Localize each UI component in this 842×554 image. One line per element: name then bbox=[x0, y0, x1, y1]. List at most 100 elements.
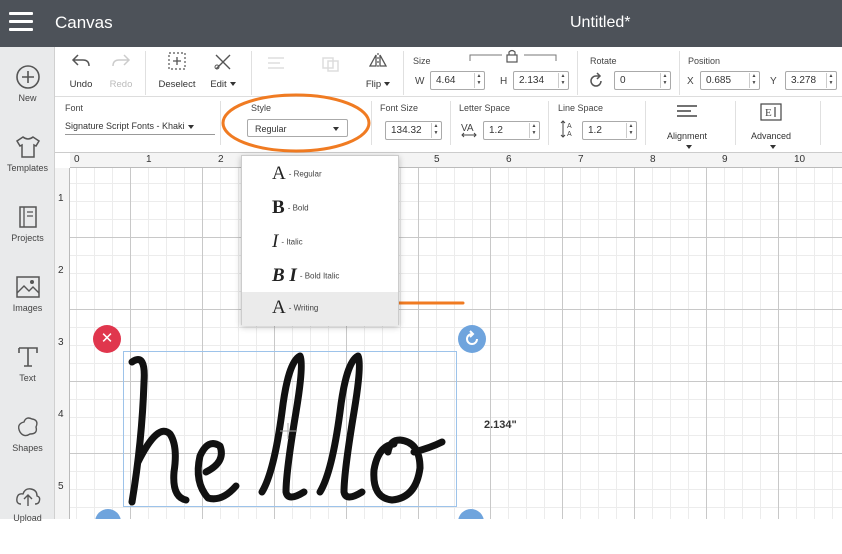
advanced-label: Advanced bbox=[750, 131, 792, 141]
line-space-value: 1.2 bbox=[588, 125, 602, 136]
stepper-icon[interactable]: ▲ ▼ bbox=[660, 73, 669, 88]
font-size-input[interactable]: 134.32 ▲ ▼ bbox=[385, 121, 442, 140]
line-space-input[interactable]: 1.2 ▲ ▼ bbox=[582, 121, 637, 140]
style-glyph: A bbox=[272, 163, 286, 184]
sidebar-item-text[interactable]: Text bbox=[0, 344, 55, 414]
ruler-tick-label: 10 bbox=[794, 154, 806, 165]
ruler-tick-label: 6 bbox=[506, 154, 512, 165]
projects-icon bbox=[18, 206, 37, 228]
ruler-tick-label: 2 bbox=[58, 265, 64, 276]
ruler-tick-label: 5 bbox=[434, 154, 440, 165]
sidebar-item-label: Upload bbox=[13, 513, 42, 523]
undo-label: Undo bbox=[69, 79, 93, 90]
style-glyph: I bbox=[272, 231, 279, 252]
style-glyph: B bbox=[272, 197, 285, 218]
width-label: W bbox=[415, 76, 425, 87]
divider bbox=[145, 51, 146, 95]
deselect-button[interactable]: Deselect bbox=[155, 51, 199, 90]
position-label: Position bbox=[688, 56, 721, 66]
alignment-label: Alignment bbox=[666, 131, 708, 141]
line-space-label: Line Space bbox=[558, 103, 604, 113]
stepper-icon[interactable]: ▲ ▼ bbox=[431, 123, 440, 138]
sidebar-item-templates[interactable]: Templates bbox=[0, 134, 55, 204]
height-dimension-label: 2.134" bbox=[484, 419, 517, 431]
stepper-icon[interactable]: ▲ ▼ bbox=[626, 123, 635, 138]
text-icon bbox=[17, 347, 38, 367]
font-label: Font bbox=[65, 103, 84, 113]
style-option-writing[interactable]: A- Writing bbox=[242, 292, 398, 326]
style-option-bold[interactable]: B- Bold bbox=[242, 192, 398, 226]
ruler-tick-label: 7 bbox=[578, 154, 584, 165]
style-glyph: B I bbox=[272, 265, 297, 286]
stepper-icon[interactable]: ▲ ▼ bbox=[749, 73, 758, 88]
arrange-icon bbox=[322, 57, 339, 72]
svg-text:A: A bbox=[567, 131, 572, 138]
alignment-button[interactable]: Alignment bbox=[657, 103, 717, 152]
advanced-button[interactable]: E Advanced bbox=[740, 103, 802, 152]
deselect-icon bbox=[168, 52, 186, 70]
sidebar-item-label: Shapes bbox=[12, 443, 43, 453]
divider bbox=[735, 101, 736, 145]
redo-icon bbox=[112, 54, 131, 67]
chevron-down-icon bbox=[187, 124, 194, 129]
menu-icon[interactable] bbox=[9, 12, 33, 32]
advanced-icon: E bbox=[760, 103, 782, 121]
sidebar-item-upload[interactable]: Upload bbox=[0, 484, 55, 554]
flip-label-wrap: Flip bbox=[360, 79, 396, 90]
chevron-down-icon bbox=[769, 145, 776, 150]
stepper-icon[interactable]: ▲ ▼ bbox=[826, 73, 835, 88]
rotate-handle[interactable] bbox=[458, 325, 486, 353]
font-value: Signature Script Fonts - Khaki bbox=[65, 121, 185, 131]
rotate-label: Rotate bbox=[590, 56, 617, 66]
sidebar-item-new[interactable]: New bbox=[0, 64, 55, 134]
lock-ratio-icon[interactable] bbox=[468, 49, 558, 63]
sidebar-item-shapes[interactable]: Shapes bbox=[0, 414, 55, 484]
style-glyph: A bbox=[272, 297, 286, 318]
delete-object-button[interactable]: ✕ bbox=[93, 325, 121, 353]
stepper-icon[interactable]: ▲ ▼ bbox=[558, 73, 567, 88]
divider bbox=[403, 51, 404, 95]
sidebar-item-images[interactable]: Images bbox=[0, 274, 55, 344]
width-input[interactable]: 4.64 ▲ ▼ bbox=[430, 71, 485, 90]
x-position-input[interactable]: 0.685 ▲ ▼ bbox=[700, 71, 760, 90]
ruler-left: 1 2 3 4 5 bbox=[55, 168, 70, 519]
style-option-label: - Bold Italic bbox=[299, 271, 340, 281]
rotate-input[interactable]: 0 ▲ ▼ bbox=[614, 71, 671, 90]
undo-button[interactable]: Undo bbox=[67, 51, 95, 90]
ruler-tick-label: 8 bbox=[650, 154, 656, 165]
redo-button[interactable]: Redo bbox=[107, 51, 135, 90]
document-title: Untitled* bbox=[570, 14, 631, 31]
flip-button[interactable]: Flip bbox=[360, 51, 396, 90]
sidebar-item-projects[interactable]: Projects bbox=[0, 204, 55, 274]
arrange-button[interactable] bbox=[320, 55, 342, 76]
line-space-icon: AA bbox=[560, 120, 572, 138]
height-input[interactable]: 2.134 ▲ ▼ bbox=[513, 71, 569, 90]
letter-space-input[interactable]: 1.2 ▲ ▼ bbox=[483, 121, 540, 140]
ruler-top: 012345678910 bbox=[70, 153, 842, 168]
font-select[interactable]: Signature Script Fonts - Khaki bbox=[65, 121, 215, 135]
chevron-down-icon bbox=[685, 145, 692, 150]
ruler-tick-label: 9 bbox=[722, 154, 728, 165]
y-position-input[interactable]: 3.278 ▲ ▼ bbox=[785, 71, 837, 90]
chevron-down-icon bbox=[229, 82, 236, 87]
letter-space-value: 1.2 bbox=[489, 125, 503, 136]
style-option-italic[interactable]: I- Italic bbox=[242, 226, 398, 260]
stepper-icon[interactable]: ▲ ▼ bbox=[474, 73, 483, 88]
chevron-down-icon bbox=[384, 82, 391, 87]
deselect-label: Deselect bbox=[158, 79, 196, 90]
style-option-regular[interactable]: A- Regular bbox=[242, 158, 398, 192]
edit-button[interactable]: Edit bbox=[205, 51, 241, 90]
ruler-tick-label: 4 bbox=[58, 409, 64, 420]
y-value: 3.278 bbox=[791, 75, 817, 86]
stepper-icon[interactable]: ▲ ▼ bbox=[529, 123, 538, 138]
undo-icon bbox=[71, 54, 90, 67]
ruler-tick-label: 1 bbox=[146, 154, 152, 165]
style-dropdown-menu: A- Regular B- Bold I- Italic B I- Bold I… bbox=[241, 155, 399, 326]
divider bbox=[577, 51, 578, 95]
shirt-icon bbox=[15, 136, 40, 158]
upload-icon bbox=[15, 488, 40, 506]
style-option-bold-italic[interactable]: B I- Bold Italic bbox=[242, 260, 398, 294]
design-canvas[interactable]: 0 1 2 3 4 5 6 7 8 9 10 1 2 3 4 5 ✕ 2.134" bbox=[55, 153, 842, 519]
flip-label: Flip bbox=[365, 79, 382, 90]
align-button[interactable] bbox=[265, 55, 287, 76]
